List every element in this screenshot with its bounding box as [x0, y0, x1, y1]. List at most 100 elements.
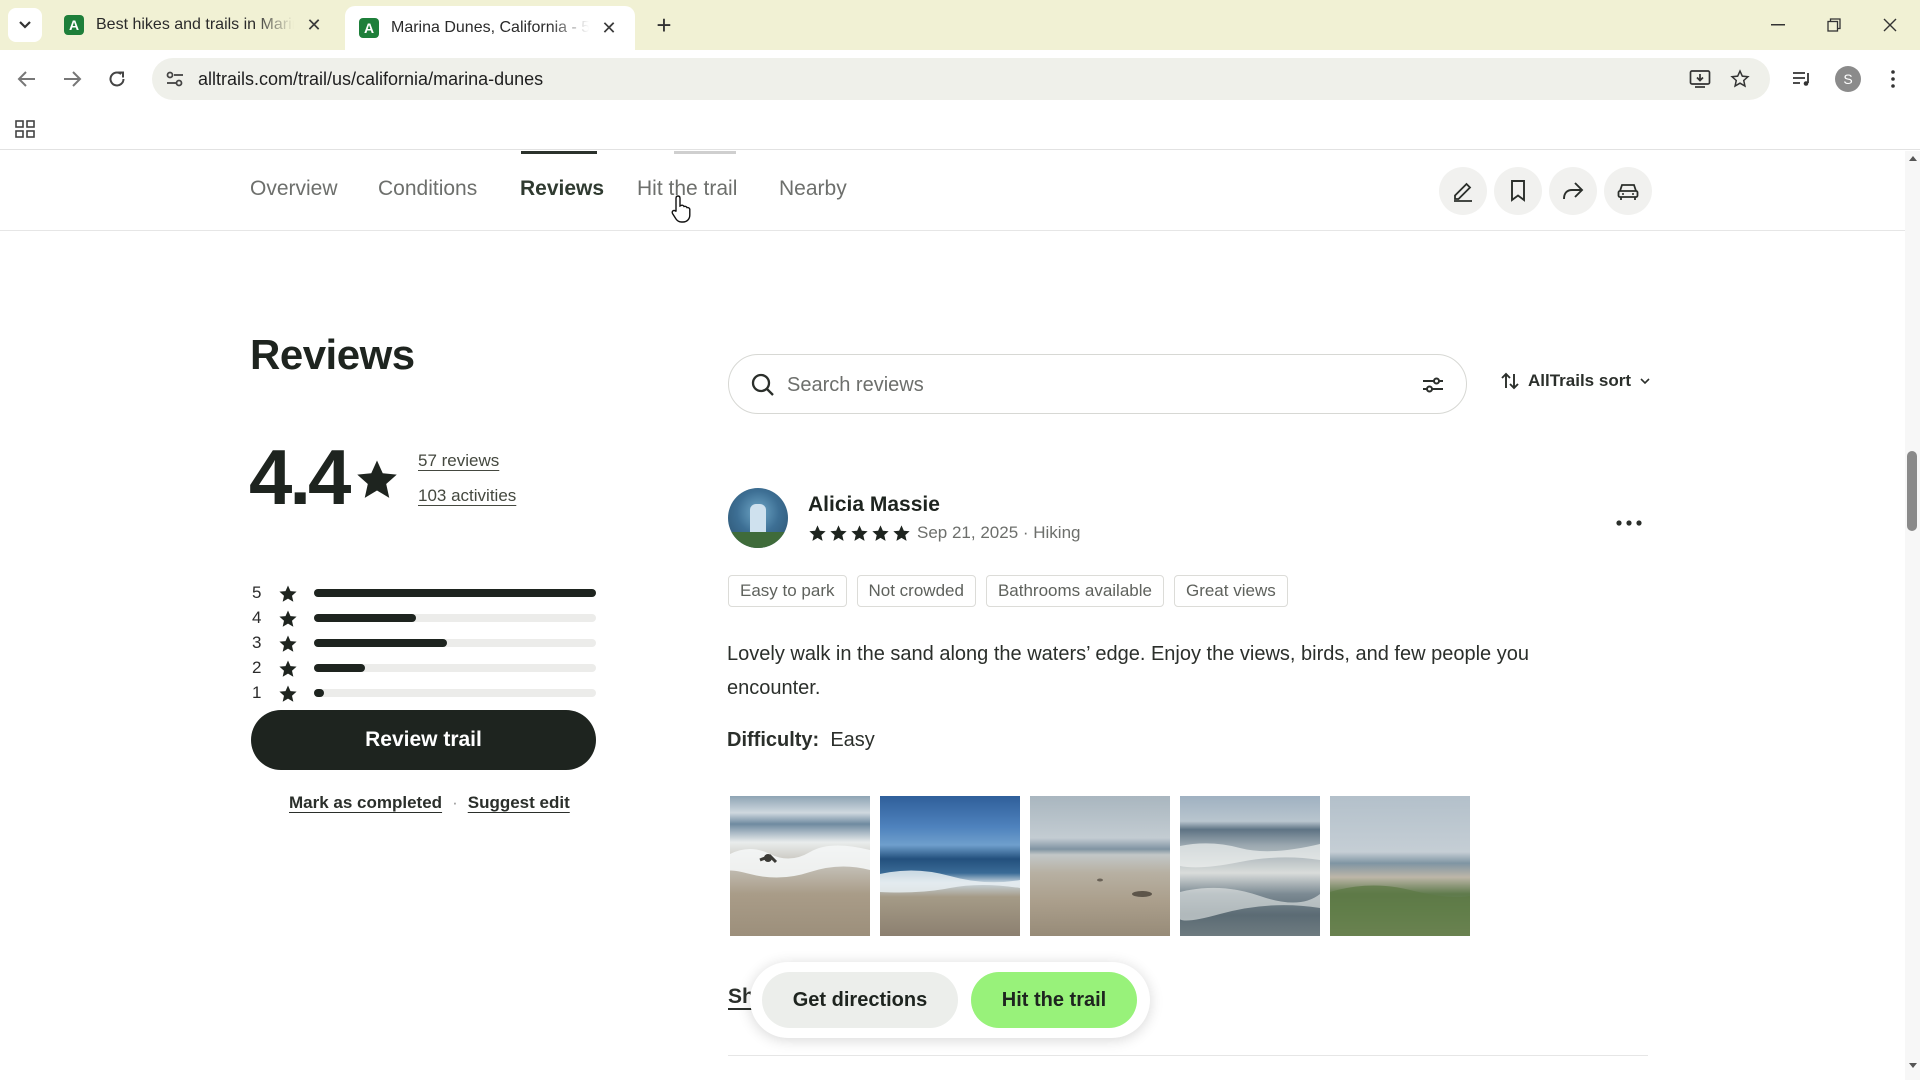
- bookmark-star-button[interactable]: [1720, 58, 1760, 100]
- sort-label: AllTrails sort: [1528, 371, 1631, 390]
- link-separator: ·: [452, 793, 458, 812]
- scroll-down-arrow-icon[interactable]: [1905, 1062, 1920, 1074]
- share-trail-button[interactable]: [1549, 167, 1597, 215]
- more-horizontal-icon: [1616, 520, 1642, 526]
- trail-action-links: Mark as completed · Suggest edit: [289, 793, 570, 813]
- bookmarks-bar: [0, 108, 1920, 150]
- alltrails-favicon-icon: A: [64, 15, 84, 35]
- scroll-up-arrow-icon[interactable]: [1905, 154, 1920, 166]
- rating-bar-fill: [314, 639, 447, 647]
- rating-bar-track: [314, 689, 596, 697]
- browser-tab-best-hikes[interactable]: A Best hikes and trails in Marina | ✕: [50, 6, 340, 44]
- get-directions-button[interactable]: Get directions: [762, 972, 958, 1028]
- forward-button[interactable]: [55, 62, 89, 96]
- back-button[interactable]: [10, 62, 44, 96]
- rating-row-stars: 5: [252, 583, 262, 602]
- reviewer-avatar[interactable]: [728, 488, 788, 548]
- avatar-figure: [750, 504, 766, 534]
- review-text: Lovely walk in the sand along the waters…: [727, 643, 1529, 699]
- tab-groups-button[interactable]: [12, 116, 38, 142]
- media-controls-button[interactable]: [1785, 62, 1819, 96]
- review-tag: Easy to park: [728, 575, 847, 607]
- rating-row-2[interactable]: 2: [252, 658, 598, 678]
- arrow-right-icon: [64, 71, 82, 87]
- rating-row-5[interactable]: 5: [252, 583, 598, 603]
- rating-row-3[interactable]: 3: [252, 633, 598, 653]
- close-icon: [1883, 18, 1897, 32]
- tab-overview[interactable]: Overview: [250, 177, 338, 201]
- suggest-edit-link[interactable]: Suggest edit: [468, 793, 570, 812]
- review-divider: [728, 1055, 1648, 1056]
- reviewer-name[interactable]: Alicia Massie: [808, 493, 940, 517]
- review-photo[interactable]: [1330, 796, 1470, 936]
- rating-bar-track: [314, 664, 596, 672]
- browser-menu-button[interactable]: [1876, 62, 1910, 96]
- tab-search-button[interactable]: [8, 8, 42, 42]
- close-window-button[interactable]: [1862, 8, 1918, 42]
- tab-title: Marina Dunes, California - 57 Re: [391, 19, 589, 36]
- site-info-icon[interactable]: [152, 70, 198, 88]
- filter-icon[interactable]: [1420, 373, 1446, 397]
- photo-dunes: [1330, 885, 1470, 936]
- browser-tab-strip: A Best hikes and trails in Marina | ✕ A …: [0, 0, 1920, 50]
- grid-icon: [15, 120, 35, 138]
- tab-nearby[interactable]: Nearby: [779, 177, 847, 201]
- review-more-button[interactable]: [1612, 511, 1646, 535]
- tab-reviews[interactable]: Reviews: [520, 177, 604, 201]
- review-photo[interactable]: [880, 796, 1020, 936]
- sort-dropdown[interactable]: AllTrails sort: [1500, 371, 1659, 391]
- page-scrollbar[interactable]: [1905, 151, 1920, 1080]
- review-tag: Great views: [1173, 575, 1288, 607]
- minimize-window-button[interactable]: [1750, 8, 1806, 42]
- review-photo[interactable]: [1030, 796, 1170, 936]
- restore-icon: [1827, 18, 1841, 32]
- hand-pointer-cursor-icon: [671, 195, 691, 223]
- chevron-down-icon: [19, 21, 31, 29]
- minimize-icon: [1771, 24, 1785, 26]
- review-photo[interactable]: [1180, 796, 1320, 936]
- reviews-count-link[interactable]: 57 reviews: [418, 451, 499, 471]
- close-tab-icon[interactable]: ✕: [302, 13, 326, 37]
- browser-toolbar: alltrails.com/trail/us/california/marina…: [0, 50, 1920, 108]
- drive-to-trail-button[interactable]: [1604, 167, 1652, 215]
- rating-row-stars: 1: [252, 683, 262, 702]
- browser-tab-marina-dunes[interactable]: A Marina Dunes, California - 57 Re ✕: [345, 6, 635, 50]
- rating-bar-track: [314, 639, 596, 647]
- save-trail-button[interactable]: [1494, 167, 1542, 215]
- bookmark-icon: [1511, 180, 1525, 202]
- rating-row-1[interactable]: 1: [252, 683, 598, 703]
- review-tag: Not crowded: [856, 575, 976, 607]
- review-photo[interactable]: [730, 796, 870, 936]
- star-icon: [279, 635, 297, 652]
- new-tab-button[interactable]: +: [650, 12, 678, 40]
- page-content: Overview Conditions Reviews Hit the trai…: [0, 151, 1920, 1080]
- mark-completed-link[interactable]: Mark as completed: [289, 793, 442, 812]
- rating-row-stars: 3: [252, 633, 262, 652]
- profile-button[interactable]: S: [1831, 62, 1865, 96]
- review-trail-button[interactable]: Review trail: [251, 710, 596, 770]
- star-icon: [809, 525, 826, 541]
- search-reviews-input[interactable]: [787, 365, 1377, 405]
- restore-window-button[interactable]: [1806, 8, 1862, 42]
- url-text[interactable]: alltrails.com/trail/us/california/marina…: [198, 69, 543, 90]
- activities-count-link[interactable]: 103 activities: [418, 486, 516, 506]
- hit-the-trail-button[interactable]: Hit the trail: [971, 972, 1137, 1028]
- star-icon: [357, 460, 397, 498]
- review-star-rating: [808, 524, 913, 543]
- profile-avatar: S: [1835, 66, 1861, 92]
- tab-conditions[interactable]: Conditions: [378, 177, 477, 201]
- active-tab-indicator: [521, 151, 597, 154]
- review-date-activity: Sep 21, 2025 · Hiking: [917, 523, 1081, 542]
- edit-trail-button[interactable]: [1439, 167, 1487, 215]
- reload-button[interactable]: [100, 62, 134, 96]
- rating-row-4[interactable]: 4: [252, 608, 598, 628]
- install-app-button[interactable]: [1680, 58, 1720, 100]
- star-icon: [279, 585, 297, 602]
- address-bar[interactable]: alltrails.com/trail/us/california/marina…: [152, 58, 1770, 100]
- avatar-ground: [728, 532, 788, 548]
- search-icon: [751, 373, 774, 396]
- star-icon: [279, 685, 297, 702]
- reload-icon: [109, 71, 125, 87]
- scrollbar-thumb[interactable]: [1907, 451, 1917, 531]
- close-tab-icon[interactable]: ✕: [597, 16, 621, 40]
